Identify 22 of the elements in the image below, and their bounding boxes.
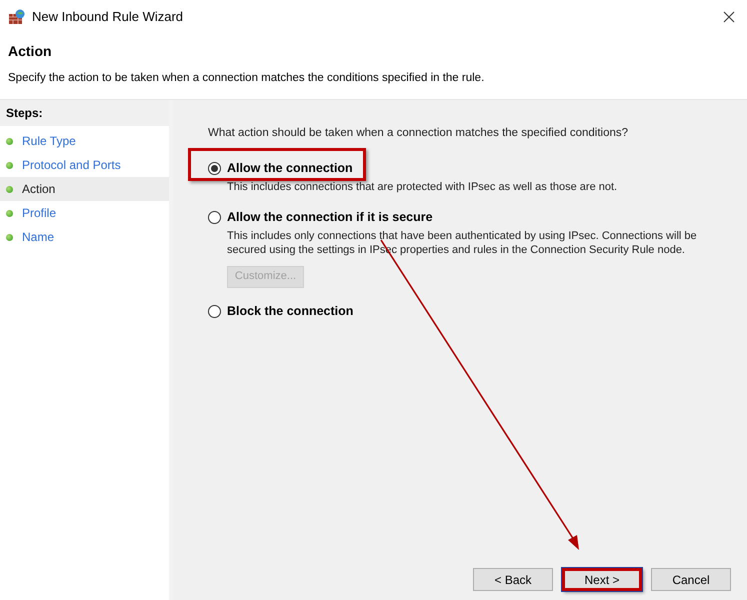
- step-item[interactable]: Profile: [0, 201, 169, 226]
- steps-heading: Steps:: [0, 100, 169, 126]
- option-label[interactable]: Allow the connection if it is secure: [227, 208, 433, 227]
- option-label[interactable]: Allow the connection: [227, 159, 353, 178]
- firewall-icon: [8, 8, 26, 24]
- step-item[interactable]: Protocol and Ports: [0, 153, 169, 178]
- close-icon[interactable]: [723, 10, 735, 22]
- step-item[interactable]: Action: [0, 177, 169, 202]
- step-item[interactable]: Rule Type: [0, 129, 169, 154]
- question-text: What action should be taken when a connection matches the specified conditions?: [208, 126, 630, 142]
- window-title: New Inbound Rule Wizard: [32, 8, 184, 26]
- radio-button[interactable]: [208, 162, 221, 175]
- option-description: This includes connections that are protected with IPsec as well as those are not.: [227, 180, 618, 194]
- wizard-button[interactable]: Next >: [562, 568, 642, 591]
- radio-button[interactable]: [208, 305, 221, 318]
- wizard-button[interactable]: Cancel: [651, 568, 731, 591]
- option-label[interactable]: Block the connection: [227, 302, 354, 321]
- radio-button[interactable]: [208, 211, 221, 224]
- wizard-button[interactable]: < Back: [473, 568, 553, 591]
- page-title: Action: [8, 42, 53, 61]
- page-description: Specify the action to be taken when a connection matches the conditions specified in the rule.: [8, 71, 486, 86]
- step-item[interactable]: Name: [0, 225, 169, 250]
